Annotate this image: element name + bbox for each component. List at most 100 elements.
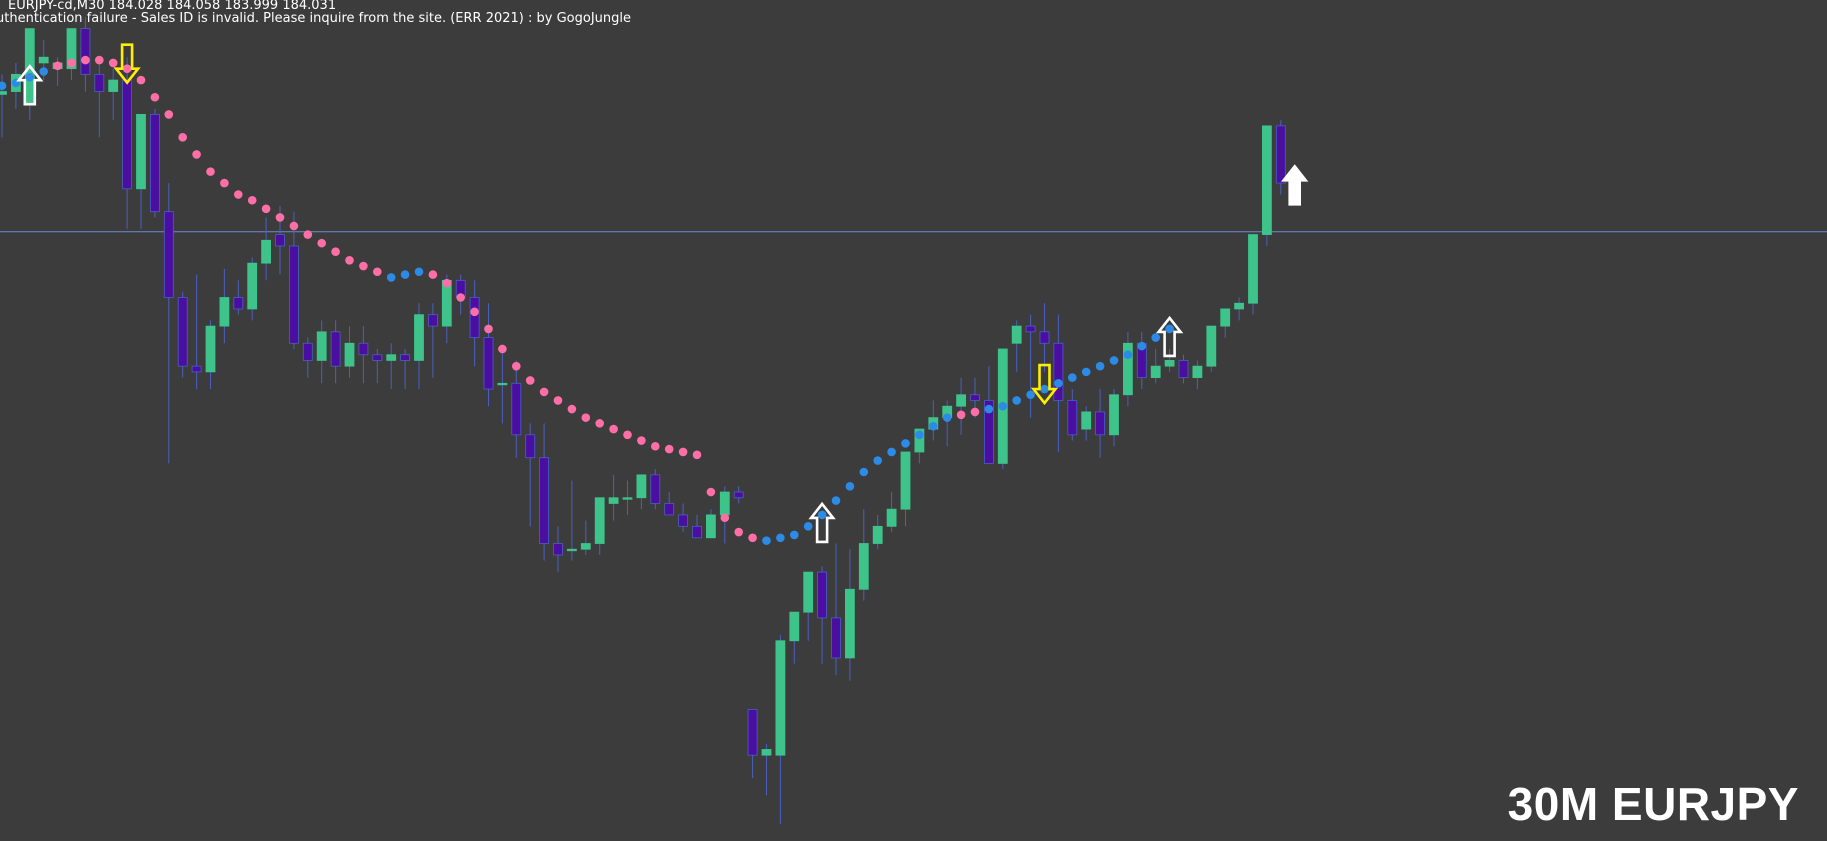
candle (219, 268, 230, 344)
candle (817, 566, 827, 664)
candle (956, 377, 966, 435)
candle (400, 348, 411, 390)
candle-body (149, 114, 160, 213)
candle-body (831, 617, 841, 659)
candle (1192, 360, 1203, 390)
candle (636, 474, 647, 510)
sar-dot-down (345, 256, 354, 265)
candle (1234, 297, 1244, 321)
candle-body (706, 514, 716, 539)
candle-body (650, 474, 661, 504)
candle-body (191, 365, 202, 373)
candle-body (1081, 411, 1092, 430)
sar-dot-down (150, 92, 160, 102)
sar-dot-up (386, 273, 396, 282)
candle-body (747, 709, 758, 756)
candlestick-chart (0, 17, 1827, 824)
sar-dot-up (887, 447, 896, 457)
candle (1164, 348, 1175, 372)
candle (775, 635, 786, 824)
candle-body (1150, 365, 1161, 378)
candle (525, 423, 536, 527)
candle-body (108, 79, 119, 92)
candle (497, 348, 508, 424)
candle-body (400, 354, 411, 361)
candle (427, 303, 438, 378)
sar-dot-down (359, 261, 368, 271)
candle (733, 486, 744, 504)
candle-body (94, 73, 105, 92)
sar-dot-up (762, 536, 771, 545)
candle-body (511, 382, 522, 436)
candle-body (567, 548, 577, 552)
candle (316, 320, 327, 384)
candle (1248, 234, 1258, 315)
candle (1067, 389, 1078, 441)
sar-dot-down (95, 55, 104, 65)
sar-dot-down (553, 396, 563, 405)
candle (344, 326, 355, 378)
sar-dot-up (901, 439, 910, 448)
candle-body (80, 28, 91, 75)
sar-dot-down (81, 55, 90, 65)
candle (942, 400, 953, 447)
sar-dot-down (442, 278, 452, 288)
candle-body (1067, 400, 1078, 436)
sar-dot-up (1026, 390, 1035, 400)
sar-dot-down (178, 133, 187, 142)
candle (302, 337, 313, 378)
candle (1220, 308, 1231, 338)
sar-dot-up (817, 510, 827, 520)
candle-body (219, 297, 230, 327)
candle-body (553, 543, 563, 556)
candle-body (1025, 325, 1036, 333)
candle-body (1109, 394, 1119, 436)
sar-dot-down (539, 387, 549, 397)
sar-dot-up (831, 496, 841, 505)
candle (803, 571, 814, 641)
candle-body (970, 394, 980, 401)
sar-dot-down (525, 376, 535, 385)
candle (1011, 320, 1022, 372)
candle-body (692, 525, 702, 539)
sar-dot-up (1054, 379, 1063, 388)
candle (706, 509, 716, 539)
candle-body (414, 314, 424, 361)
candle-body (1262, 125, 1272, 235)
candle-body (761, 749, 772, 756)
candle-body (664, 503, 675, 516)
sar-dot-down (192, 150, 201, 159)
sar-dot-down (498, 344, 507, 354)
candle-body (469, 297, 480, 338)
sar-dot-up (1081, 367, 1091, 377)
candle (191, 274, 202, 390)
candle (608, 474, 619, 521)
candle (414, 303, 424, 390)
candle (1275, 120, 1286, 195)
buy-arrow-icon (1281, 164, 1309, 206)
candle (261, 217, 272, 281)
sar-dot-down (651, 441, 660, 451)
candle-body (163, 211, 174, 298)
candle (831, 543, 841, 676)
candle (469, 280, 480, 367)
candle-body (302, 342, 313, 361)
candle-body (956, 394, 966, 407)
indicator-message: uthentication failure - Sales ID is inva… (0, 11, 631, 26)
sar-dot-down (637, 436, 646, 445)
candle-body (886, 508, 897, 527)
sar-dot-up (776, 533, 785, 543)
candle-body (1220, 308, 1231, 327)
sar-dot-up (873, 456, 882, 465)
sar-dot-down (53, 61, 62, 71)
sar-dot-down (428, 270, 438, 279)
candle-body (1164, 360, 1175, 367)
candle (205, 320, 216, 390)
candle (747, 709, 758, 779)
candle-body (247, 262, 258, 310)
sar-dot-down (512, 361, 521, 371)
sar-dot-down (623, 430, 632, 440)
candle-body (316, 331, 327, 361)
candle (580, 520, 591, 555)
sar-dot-down (484, 324, 493, 334)
